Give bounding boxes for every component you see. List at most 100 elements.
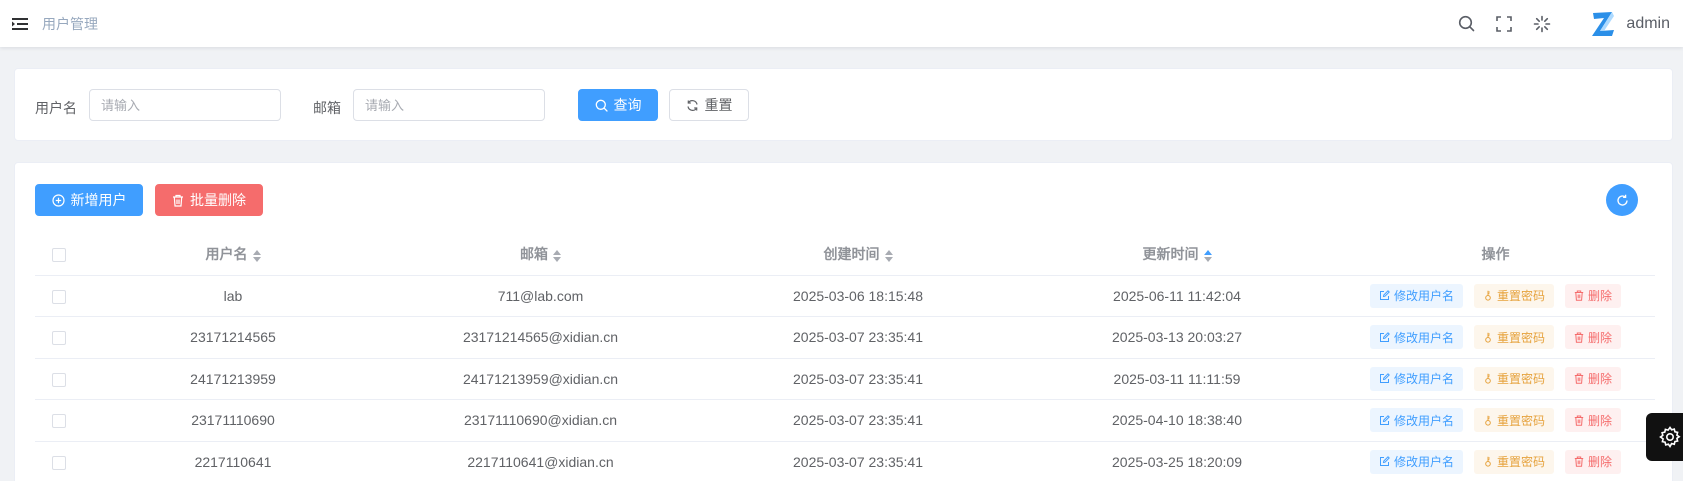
edit-icon xyxy=(1379,373,1390,384)
cell-updated: 2025-03-13 20:03:27 xyxy=(1018,316,1336,359)
delete-label: 删除 xyxy=(1588,372,1613,387)
reset-password-button[interactable]: 重置密码 xyxy=(1473,366,1554,391)
z-logo-icon[interactable] xyxy=(1590,10,1616,38)
user-name[interactable]: admin xyxy=(1626,15,1670,33)
row-checkbox[interactable] xyxy=(52,455,66,470)
add-user-button[interactable]: 新增用户 xyxy=(35,184,143,216)
reset-button-label: 重置 xyxy=(704,97,733,113)
cell-created: 2025-03-07 23:35:41 xyxy=(698,316,1018,359)
query-button[interactable]: 查询 xyxy=(578,89,658,121)
edit-label: 修改用户名 xyxy=(1393,413,1454,428)
row-checkbox[interactable] xyxy=(52,372,66,387)
delete-row-button[interactable]: 删除 xyxy=(1565,408,1622,433)
cell-created: 2025-03-07 23:35:41 xyxy=(698,399,1018,442)
reset-label: 重置密码 xyxy=(1496,455,1545,470)
username-input[interactable] xyxy=(89,89,281,121)
column-header-actions: 操作 xyxy=(1336,234,1655,276)
delete-row-button[interactable]: 删除 xyxy=(1565,449,1622,474)
reset-label: 重置密码 xyxy=(1496,372,1545,387)
delete-row-button[interactable]: 删除 xyxy=(1565,283,1622,308)
search-icon[interactable] xyxy=(1456,14,1476,34)
table-row: 24171213959 24171213959@xidian.cn 2025-0… xyxy=(35,358,1655,400)
column-header-updated[interactable]: 更新时间 xyxy=(1018,234,1336,276)
edit-icon xyxy=(1379,414,1390,425)
edit-label: 修改用户名 xyxy=(1393,330,1454,345)
column-header-username[interactable]: 用户名 xyxy=(83,234,383,276)
cell-updated: 2025-03-11 11:11:59 xyxy=(1018,358,1336,400)
delete-icon xyxy=(1574,332,1584,343)
edit-username-button[interactable]: 修改用户名 xyxy=(1369,366,1463,391)
edit-icon xyxy=(1379,331,1390,342)
table-row: lab 711@lab.com 2025-03-06 18:15:48 2025… xyxy=(35,275,1655,317)
search-form: 用户名 邮箱 查询 重置 xyxy=(14,68,1673,141)
delete-label: 删除 xyxy=(1588,413,1613,428)
key-icon xyxy=(1485,291,1491,301)
column-label: 创建时间 xyxy=(823,246,880,263)
sort-icon[interactable] xyxy=(553,249,561,262)
reset-password-button[interactable]: 重置密码 xyxy=(1473,408,1554,433)
reset-password-button[interactable]: 重置密码 xyxy=(1473,325,1554,350)
cell-updated: 2025-04-10 18:38:40 xyxy=(1018,399,1336,442)
cell-username: lab xyxy=(83,275,383,317)
add-user-label: 新增用户 xyxy=(70,192,127,208)
user-table-card: 新增用户 批量删除 用户名 邮箱 创建时间 更新时间 操作 lab 711@la xyxy=(14,162,1673,481)
sort-icon[interactable] xyxy=(1203,249,1212,262)
edit-username-button[interactable]: 修改用户名 xyxy=(1369,283,1463,308)
delete-icon xyxy=(173,194,183,207)
table-header-row: 用户名 邮箱 创建时间 更新时间 操作 xyxy=(35,234,1655,276)
edit-username-button[interactable]: 修改用户名 xyxy=(1369,408,1463,433)
breadcrumb: 用户管理 xyxy=(42,15,98,32)
reset-button[interactable]: 重置 xyxy=(669,89,749,121)
edit-label: 修改用户名 xyxy=(1393,289,1454,304)
column-header-email[interactable]: 邮箱 xyxy=(383,234,698,276)
edit-icon xyxy=(1379,290,1390,301)
reset-label: 重置密码 xyxy=(1496,330,1545,345)
row-checkbox[interactable] xyxy=(52,414,66,429)
column-label: 用户名 xyxy=(205,246,248,263)
reset-password-button[interactable]: 重置密码 xyxy=(1473,449,1554,474)
settings-button[interactable] xyxy=(1646,413,1683,461)
batch-delete-button[interactable]: 批量删除 xyxy=(155,184,263,216)
edit-username-button[interactable]: 修改用户名 xyxy=(1369,325,1463,350)
sort-icon[interactable] xyxy=(252,249,261,262)
cell-username: 23171110690 xyxy=(83,399,383,442)
column-label: 更新时间 xyxy=(1142,246,1199,263)
username-label: 用户名 xyxy=(35,100,77,116)
fullscreen-icon[interactable] xyxy=(1494,14,1514,34)
cell-created: 2025-03-07 23:35:41 xyxy=(698,358,1018,400)
table-row: 23171214565 23171214565@xidian.cn 2025-0… xyxy=(35,316,1655,359)
refresh-icon xyxy=(1616,194,1628,206)
top-navbar: 用户管理 admin xyxy=(0,0,1683,47)
key-icon xyxy=(1485,457,1491,467)
menu-fold-icon[interactable] xyxy=(12,17,28,31)
column-label: 邮箱 xyxy=(520,246,548,263)
sort-icon[interactable] xyxy=(884,249,893,262)
user-table: 用户名 邮箱 创建时间 更新时间 操作 lab 711@lab.com 2025… xyxy=(35,234,1655,481)
row-checkbox[interactable] xyxy=(52,331,66,346)
key-icon xyxy=(1485,374,1491,384)
column-header-created[interactable]: 创建时间 xyxy=(698,234,1018,276)
row-checkbox[interactable] xyxy=(52,289,66,304)
table-refresh-button[interactable] xyxy=(1606,184,1638,216)
edit-username-button[interactable]: 修改用户名 xyxy=(1369,449,1463,474)
table-row: 2217110641 2217110641@xidian.cn 2025-03-… xyxy=(35,441,1655,481)
reset-password-button[interactable]: 重置密码 xyxy=(1473,283,1554,308)
cell-created: 2025-03-07 23:35:41 xyxy=(698,441,1018,481)
query-button-label: 查询 xyxy=(613,97,642,113)
cell-email: 711@lab.com xyxy=(383,275,698,317)
cell-username: 2217110641 xyxy=(83,441,383,481)
email-input[interactable] xyxy=(353,89,545,121)
delete-label: 删除 xyxy=(1588,455,1613,470)
select-all-checkbox[interactable] xyxy=(52,248,66,263)
edit-label: 修改用户名 xyxy=(1393,455,1454,470)
cell-email: 23171110690@xidian.cn xyxy=(383,399,698,442)
edit-label: 修改用户名 xyxy=(1393,372,1454,387)
cell-email: 23171214565@xidian.cn xyxy=(383,316,698,359)
loading-icon[interactable] xyxy=(1532,14,1552,34)
delete-row-button[interactable]: 删除 xyxy=(1565,325,1622,350)
delete-icon xyxy=(1574,373,1584,384)
delete-label: 删除 xyxy=(1588,289,1613,304)
delete-icon xyxy=(1574,290,1584,301)
delete-row-button[interactable]: 删除 xyxy=(1565,366,1622,391)
delete-label: 删除 xyxy=(1588,330,1613,345)
